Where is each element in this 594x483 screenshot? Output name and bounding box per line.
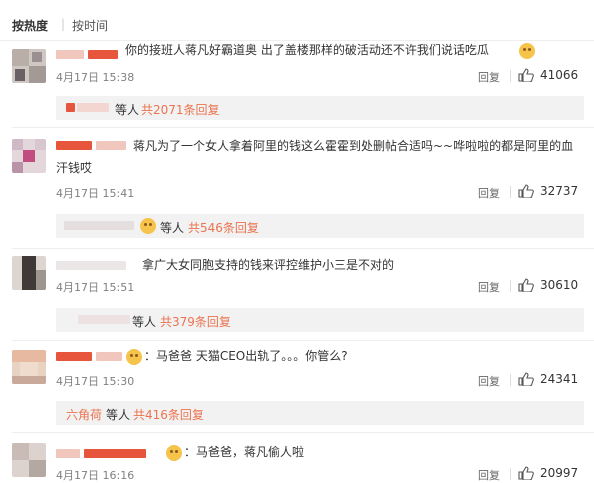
comment-text: ：马爸爸，蒋凡偷人啦 [184, 445, 305, 459]
reply-button[interactable]: 回复 [478, 279, 500, 295]
comment-time: 4月17日 15:30 [56, 375, 135, 388]
reply-button[interactable]: 回复 [478, 69, 500, 85]
comment-item: 拿广大女同胞支持的钱来评控维护小三是不对的 4月17日 15:51 回复 306… [0, 250, 594, 341]
sub-reply-suffix: 等人 [132, 315, 157, 329]
sub-reply-suffix: 等人 [160, 221, 185, 235]
sub-reply-suffix: 等人 [106, 408, 131, 422]
emoji-icon [140, 218, 156, 234]
thumb-up-icon[interactable] [518, 184, 534, 198]
sub-reply-bar[interactable]: 等人 共2071条回复 [56, 96, 584, 120]
like-count: 30610 [540, 278, 579, 292]
divider [510, 468, 511, 480]
thumb-up-icon[interactable] [518, 68, 534, 82]
sort-bar: 按热度 | 按时间 [0, 0, 594, 40]
like-count: 24341 [540, 372, 579, 386]
like-count: 41066 [540, 68, 579, 82]
thumb-up-icon[interactable] [518, 372, 534, 386]
comment-text-continued: 汗钱哎 [56, 161, 93, 175]
redacted-username[interactable] [56, 352, 92, 361]
sort-by-hot-tab[interactable]: 按热度 [12, 17, 48, 34]
redacted-username[interactable] [56, 141, 92, 150]
comment-item: 蒋凡为了一个女人拿着阿里的钱这么霍霍到处删帖合适吗~~哗啦啦的都是阿里的血 汗钱… [0, 130, 594, 250]
sub-reply-suffix: 等人 [115, 103, 140, 117]
divider [510, 280, 511, 292]
reply-button[interactable]: 回复 [478, 185, 500, 201]
comment-text: 你的接班人蒋凡好霸道奥 出了盖楼那样的破活动还不许我们说话吃瓜 [125, 43, 489, 57]
comment-item: 你的接班人蒋凡好霸道奥 出了盖楼那样的破活动还不许我们说话吃瓜 4月17日 15… [0, 41, 594, 129]
divider [12, 248, 594, 249]
redacted-username [96, 141, 126, 150]
view-replies-link[interactable]: 共379条回复 [160, 313, 231, 330]
thumb-up-icon[interactable] [518, 278, 534, 292]
avatar[interactable] [12, 256, 46, 290]
redacted-username [88, 50, 118, 59]
redacted-username[interactable] [56, 449, 80, 458]
sort-separator: | [61, 17, 66, 31]
comment-text: 蒋凡为了一个女人拿着阿里的钱这么霍霍到处删帖合适吗~~哗啦啦的都是阿里的血 [133, 139, 574, 153]
comment-item: ：马爸爸，蒋凡偷人啦 4月17日 16:16 回复 20997 [0, 433, 594, 482]
emoji-icon [519, 43, 535, 59]
view-replies-link[interactable]: 共416条回复 [133, 406, 204, 423]
emoji-icon [126, 349, 142, 365]
redacted-username[interactable] [56, 261, 126, 270]
sub-reply-bar[interactable]: 等人 共546条回复 [56, 214, 584, 238]
redacted-username [64, 221, 134, 230]
sub-reply-bar[interactable]: 等人 共379条回复 [56, 308, 584, 332]
redacted-username [96, 352, 122, 361]
reply-button[interactable]: 回复 [478, 467, 500, 483]
comment-time: 4月17日 15:51 [56, 281, 135, 294]
like-count: 20997 [540, 466, 579, 480]
redacted-username [78, 315, 130, 324]
reply-button[interactable]: 回复 [478, 373, 500, 389]
redacted-username [77, 103, 109, 112]
comment-time: 4月17日 15:41 [56, 187, 135, 200]
avatar[interactable] [12, 49, 46, 83]
comment-time: 4月17日 16:16 [56, 469, 135, 482]
sub-reply-bar[interactable]: 六角荷 等人 共416条回复 [56, 401, 584, 425]
view-replies-link[interactable]: 共2071条回复 [141, 101, 220, 118]
like-count: 32737 [540, 184, 579, 198]
divider [510, 70, 511, 82]
view-replies-link[interactable]: 共546条回复 [188, 219, 259, 236]
emoji-icon [166, 445, 182, 461]
redacted-username [84, 449, 146, 458]
sub-reply-user-link[interactable]: 六角荷 [66, 406, 102, 423]
comment-text: ：马爸爸 天猫CEO出轨了。。。你管么? [144, 349, 348, 363]
avatar[interactable] [12, 350, 46, 384]
sort-by-time-tab[interactable]: 按时间 [72, 17, 108, 34]
divider [510, 374, 511, 386]
redacted-username[interactable] [56, 50, 84, 59]
redacted-username [66, 103, 75, 112]
avatar[interactable] [12, 443, 46, 477]
comment-time: 4月17日 15:38 [56, 71, 135, 84]
divider [510, 186, 511, 198]
comment-text: 拿广大女同胞支持的钱来评控维护小三是不对的 [142, 258, 395, 272]
divider [12, 127, 594, 128]
comment-item: ：马爸爸 天猫CEO出轨了。。。你管么? 4月17日 15:30 回复 2434… [0, 341, 594, 433]
thumb-up-icon[interactable] [518, 466, 534, 480]
avatar[interactable] [12, 139, 46, 173]
